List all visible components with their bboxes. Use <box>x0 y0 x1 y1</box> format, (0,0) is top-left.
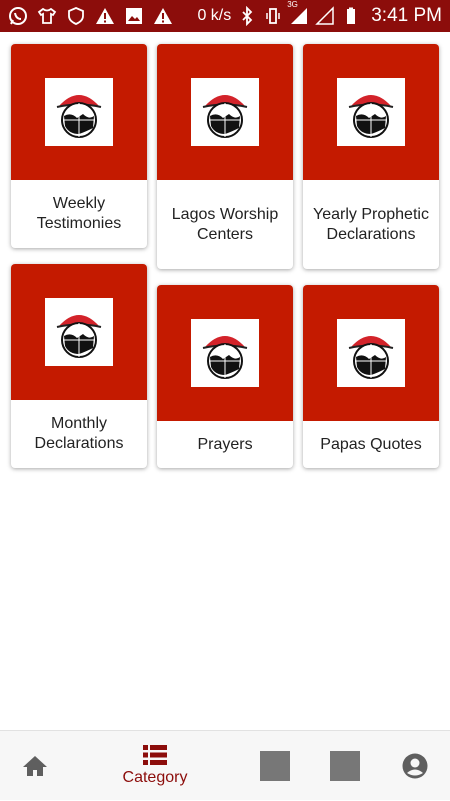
whatsapp-icon <box>9 7 27 25</box>
card-image <box>157 285 293 421</box>
category-card-monthly-declarations[interactable]: Monthly Declarations <box>11 264 147 468</box>
nav-item-3[interactable] <box>258 731 292 801</box>
clock: 3:41 PM <box>371 5 442 26</box>
nav-category[interactable]: Category <box>105 731 205 801</box>
card-label: Prayers <box>197 435 253 453</box>
placeholder-icon <box>330 751 360 781</box>
card-image <box>157 44 293 180</box>
network-type: 3G <box>287 0 298 9</box>
church-logo-icon <box>45 78 113 146</box>
card-label: Weekly Testimonies <box>36 195 122 232</box>
church-logo-icon <box>337 78 405 146</box>
card-label: Yearly Prophetic Declarations <box>313 205 429 243</box>
category-card-weekly-testimonies[interactable]: Weekly Testimonies <box>11 44 147 248</box>
bottom-navigation: Category <box>0 730 450 800</box>
church-logo-icon <box>45 298 113 366</box>
nav-home[interactable] <box>15 731 55 801</box>
list-icon <box>143 745 167 765</box>
church-logo-icon <box>191 78 259 146</box>
card-image <box>303 44 439 180</box>
nav-category-label: Category <box>122 769 188 786</box>
wifi-signal-icon <box>315 6 334 25</box>
nav-account[interactable] <box>400 731 430 801</box>
category-card-yearly-prophetic-declarations[interactable]: Yearly Prophetic Declarations <box>303 44 439 269</box>
category-card-lagos-worship-centers[interactable]: Lagos Worship Centers <box>157 44 293 269</box>
home-icon <box>23 756 47 776</box>
signal-icon <box>291 8 308 24</box>
placeholder-icon <box>260 751 290 781</box>
card-label: Lagos Worship Centers <box>171 205 279 243</box>
vibrate-icon <box>266 8 280 24</box>
image-icon <box>126 8 142 24</box>
shield-icon <box>68 7 84 25</box>
card-image <box>303 285 439 421</box>
church-logo-icon <box>191 319 259 387</box>
status-bar: 0 k/s 3G 3:41 PM <box>0 0 450 32</box>
account-circle-icon <box>402 753 428 779</box>
church-logo-icon <box>337 319 405 387</box>
card-image <box>11 264 147 400</box>
bluetooth-icon <box>242 6 253 26</box>
card-label: Monthly Declarations <box>34 415 124 452</box>
category-card-prayers[interactable]: Prayers <box>157 285 293 468</box>
category-card-papas-quotes[interactable]: Papas Quotes <box>303 285 439 468</box>
nav-item-4[interactable] <box>328 731 362 801</box>
network-speed: 0 k/s <box>197 7 232 24</box>
card-image <box>11 44 147 180</box>
battery-icon <box>347 7 356 24</box>
warning-icon <box>154 8 172 24</box>
shirt-icon <box>37 7 57 24</box>
card-label: Papas Quotes <box>320 435 422 453</box>
warning-icon <box>96 8 114 24</box>
